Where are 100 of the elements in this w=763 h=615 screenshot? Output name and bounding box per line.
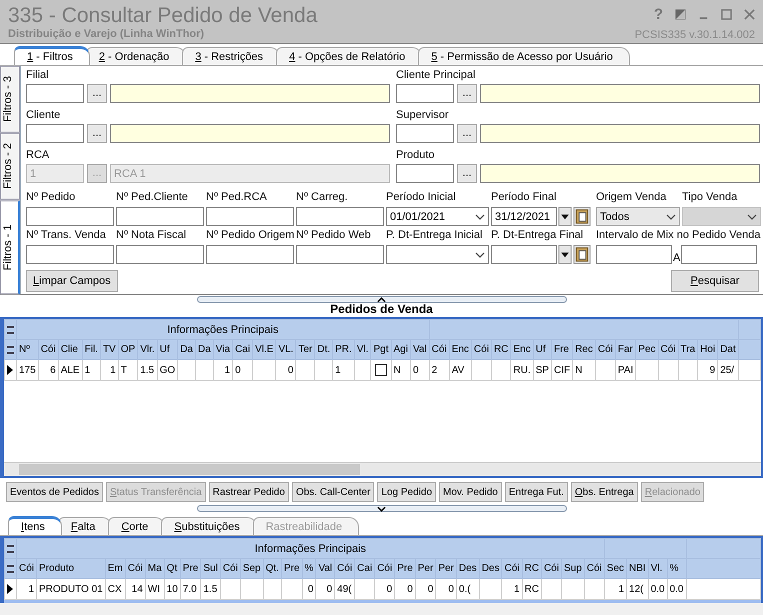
browse-button[interactable]: ... — [457, 84, 477, 103]
column-header[interactable]: Fil. — [82, 340, 100, 360]
input-field[interactable] — [296, 245, 384, 264]
date-field[interactable]: 31/12/2021 — [491, 207, 557, 226]
browse-button[interactable]: ... — [87, 84, 107, 103]
column-header[interactable]: Pgt — [370, 340, 391, 360]
column-header[interactable]: Cói — [220, 558, 240, 578]
action-button[interactable]: Obs. Call-Center — [292, 482, 374, 502]
column-header[interactable]: Clie — [58, 340, 82, 360]
column-header[interactable]: Far — [615, 340, 636, 360]
column-header[interactable]: Vl.E — [252, 340, 276, 360]
column-header[interactable]: Pre — [281, 558, 302, 578]
column-header[interactable]: Agi — [391, 340, 410, 360]
column-header[interactable]: Enc — [510, 340, 534, 360]
browse-button[interactable]: ... — [457, 124, 477, 143]
column-header[interactable]: TV — [100, 340, 118, 360]
column-header[interactable]: Nº — [16, 340, 38, 360]
column-header[interactable]: Cói — [125, 558, 146, 578]
input-field[interactable] — [116, 207, 204, 226]
column-header[interactable]: Cói — [429, 340, 450, 360]
input-field[interactable] — [206, 245, 294, 264]
column-header[interactable]: Cói — [38, 340, 58, 360]
column-header[interactable]: Sep — [240, 558, 264, 578]
column-header[interactable]: RC — [491, 340, 511, 360]
column-header[interactable]: Cói — [471, 340, 492, 360]
column-header[interactable]: Des — [456, 558, 480, 578]
column-header[interactable]: Sec — [604, 558, 627, 578]
column-header[interactable]: Cói — [16, 558, 37, 578]
column-header[interactable]: PR. — [332, 340, 354, 360]
column-header[interactable]: % — [667, 558, 686, 578]
clear-fields-button[interactable]: Limpar Campos — [26, 270, 118, 292]
action-button[interactable]: Obs. Entrega — [570, 482, 638, 502]
side-tab[interactable]: Filtros - 2 — [0, 132, 20, 200]
column-menu-icon[interactable] — [4, 340, 16, 360]
column-header[interactable]: Vl. — [648, 558, 668, 578]
column-header[interactable]: Fre — [551, 340, 573, 360]
splitter-handle[interactable] — [196, 505, 566, 512]
column-header[interactable]: Via — [213, 340, 233, 360]
action-button[interactable]: Log Pedido — [377, 482, 436, 502]
column-header[interactable]: Uf — [533, 340, 552, 360]
column-header[interactable]: Enc — [449, 340, 472, 360]
column-header[interactable]: VL. — [276, 340, 296, 360]
code-field[interactable] — [26, 124, 84, 143]
side-tab[interactable]: Filtros - 3 — [0, 66, 20, 133]
input-field[interactable] — [26, 245, 114, 264]
action-button[interactable]: Eventos de Pedidos — [6, 482, 103, 502]
close-icon[interactable] — [744, 8, 755, 20]
action-button[interactable]: Entrega Fut. — [504, 482, 568, 502]
column-header[interactable]: RC — [522, 558, 542, 578]
column-header[interactable]: Des — [479, 558, 502, 578]
date-dropdown[interactable]: 01/01/2021 — [386, 207, 489, 226]
checkbox[interactable] — [374, 364, 387, 376]
column-header[interactable]: NBI — [626, 558, 648, 578]
column-header[interactable]: Pec — [636, 340, 658, 360]
column-header[interactable]: Em — [105, 558, 126, 578]
browse-button[interactable]: ... — [87, 124, 107, 143]
side-tab[interactable]: Filtros - 1 — [0, 200, 20, 294]
input-field[interactable] — [206, 207, 294, 226]
dropdown[interactable]: Todos — [596, 207, 680, 226]
column-header[interactable]: Val — [410, 340, 430, 360]
column-header[interactable]: Hoi — [698, 340, 718, 360]
code-field[interactable] — [26, 84, 84, 103]
column-header[interactable]: Sul — [200, 558, 220, 578]
tab[interactable]: 5 - Permissão de Acesso por Usuário — [418, 47, 630, 65]
column-header[interactable]: Ma — [145, 558, 164, 578]
search-button[interactable]: Pesquisar — [671, 270, 759, 292]
column-header[interactable]: Cói — [334, 558, 355, 578]
maximize-icon[interactable] — [721, 8, 732, 20]
column-header[interactable]: Per — [415, 558, 436, 578]
action-button[interactable]: Rastrear Pedido — [208, 482, 289, 502]
column-header[interactable]: Cai — [354, 558, 375, 578]
range-end-field[interactable] — [681, 245, 758, 264]
input-field[interactable] — [26, 207, 114, 226]
input-field[interactable] — [116, 245, 204, 264]
column-header[interactable]: Ter — [296, 340, 315, 360]
column-header[interactable]: Qt. — [263, 558, 282, 578]
column-header[interactable]: Da — [196, 340, 214, 360]
tab[interactable]: 1 - Filtros — [14, 46, 90, 65]
splitter-handle[interactable] — [196, 296, 566, 303]
column-header[interactable]: OP — [118, 340, 138, 360]
column-header[interactable]: Pre — [180, 558, 201, 578]
range-start-field[interactable] — [596, 245, 672, 264]
calendar-icon[interactable] — [573, 207, 591, 226]
column-header[interactable]: Cói — [502, 558, 522, 578]
band-menu-icon[interactable] — [4, 538, 16, 558]
calendar-icon[interactable] — [573, 245, 591, 264]
action-button[interactable]: Mov. Pedido — [439, 482, 502, 502]
column-header[interactable]: Tra — [678, 340, 698, 360]
restore-layout-icon[interactable] — [675, 8, 686, 20]
column-header[interactable]: Cai — [232, 340, 253, 360]
column-menu-icon[interactable] — [4, 558, 16, 578]
column-header[interactable]: Dat — [718, 340, 738, 360]
column-header[interactable]: Dt. — [314, 340, 333, 360]
column-header[interactable]: Cói — [541, 558, 562, 578]
column-header[interactable]: Cói — [658, 340, 678, 360]
tab[interactable]: Itens — [8, 516, 62, 535]
date-field[interactable] — [491, 245, 557, 264]
column-header[interactable]: Vlr. — [138, 340, 158, 360]
column-header[interactable]: Val — [316, 558, 335, 578]
column-header[interactable]: Cói — [584, 558, 604, 578]
